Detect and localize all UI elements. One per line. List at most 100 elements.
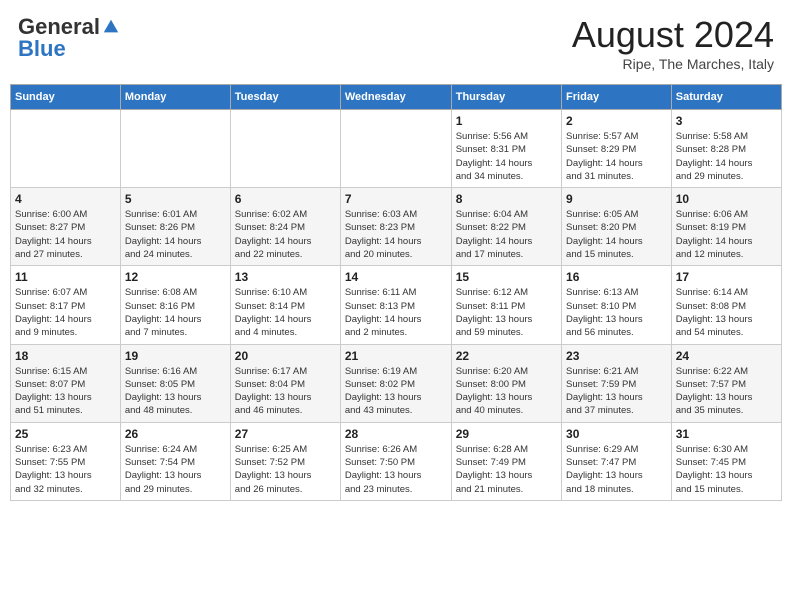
calendar-cell: 18 Sunrise: 6:15 AM Sunset: 8:07 PM Dayli… [11,344,121,422]
day-detail: Sunrise: 6:07 AM Sunset: 8:17 PM Dayligh… [15,286,116,339]
day-detail: Sunrise: 6:01 AM Sunset: 8:26 PM Dayligh… [125,208,226,261]
day-number: 26 [125,427,226,441]
calendar-cell: 19 Sunrise: 6:16 AM Sunset: 8:05 PM Dayli… [120,344,230,422]
calendar-cell: 14 Sunrise: 6:11 AM Sunset: 8:13 PM Dayli… [340,266,451,344]
calendar-cell: 17 Sunrise: 6:14 AM Sunset: 8:08 PM Dayli… [671,266,781,344]
calendar-cell: 20Sunrise: 6:17 AM Sunset: 8:04 PM Dayli… [230,344,340,422]
day-number: 23 [566,349,667,363]
day-detail: Sunrise: 6:02 AM Sunset: 8:24 PM Dayligh… [235,208,336,261]
day-number: 25 [15,427,116,441]
calendar-cell: 29 Sunrise: 6:28 AM Sunset: 7:49 PM Dayli… [451,422,561,500]
calendar-cell: 25Sunrise: 6:23 AM Sunset: 7:55 PM Dayli… [11,422,121,500]
day-number: 5 [125,192,226,206]
day-detail: Sunrise: 6:04 AM Sunset: 8:22 PM Dayligh… [456,208,557,261]
day-number: 12 [125,270,226,284]
calendar-week-2: 4 Sunrise: 6:00 AM Sunset: 8:27 PM Daylig… [11,188,782,266]
day-detail: Sunrise: 6:14 AM Sunset: 8:08 PM Dayligh… [676,286,777,339]
logo-icon [102,18,120,36]
calendar-cell: 5 Sunrise: 6:01 AM Sunset: 8:26 PM Daylig… [120,188,230,266]
calendar-cell: 24 Sunrise: 6:22 AM Sunset: 7:57 PM Dayli… [671,344,781,422]
calendar-week-3: 11 Sunrise: 6:07 AM Sunset: 8:17 PM Dayli… [11,266,782,344]
logo-blue-text: Blue [18,36,66,62]
day-number: 9 [566,192,667,206]
day-detail: Sunrise: 5:57 AM Sunset: 8:29 PM Dayligh… [566,130,667,183]
calendar-cell: 11 Sunrise: 6:07 AM Sunset: 8:17 PM Dayli… [11,266,121,344]
day-number: 14 [345,270,447,284]
day-detail: Sunrise: 6:30 AM Sunset: 7:45 PM Dayligh… [676,443,777,496]
day-number: 1 [456,114,557,128]
day-detail: Sunrise: 6:20 AM Sunset: 8:00 PM Dayligh… [456,365,557,418]
day-number: 4 [15,192,116,206]
calendar-cell [120,110,230,188]
col-header-tuesday: Tuesday [230,85,340,110]
day-detail: Sunrise: 6:06 AM Sunset: 8:19 PM Dayligh… [676,208,777,261]
day-number: 24 [676,349,777,363]
calendar-cell: 3 Sunrise: 5:58 AM Sunset: 8:28 PM Daylig… [671,110,781,188]
calendar-cell: 13Sunrise: 6:10 AM Sunset: 8:14 PM Dayli… [230,266,340,344]
day-number: 3 [676,114,777,128]
day-number: 10 [676,192,777,206]
day-number: 17 [676,270,777,284]
day-detail: Sunrise: 5:58 AM Sunset: 8:28 PM Dayligh… [676,130,777,183]
day-number: 16 [566,270,667,284]
calendar-cell: 12 Sunrise: 6:08 AM Sunset: 8:16 PM Dayli… [120,266,230,344]
day-number: 6 [235,192,336,206]
calendar-cell: 15 Sunrise: 6:12 AM Sunset: 8:11 PM Dayli… [451,266,561,344]
calendar-cell: 1Sunrise: 5:56 AM Sunset: 8:31 PM Daylig… [451,110,561,188]
day-detail: Sunrise: 6:21 AM Sunset: 7:59 PM Dayligh… [566,365,667,418]
day-detail: Sunrise: 6:11 AM Sunset: 8:13 PM Dayligh… [345,286,447,339]
day-number: 29 [456,427,557,441]
calendar-week-1: 1Sunrise: 5:56 AM Sunset: 8:31 PM Daylig… [11,110,782,188]
calendar-cell [340,110,451,188]
calendar-header-row: SundayMondayTuesdayWednesdayThursdayFrid… [11,85,782,110]
calendar-cell: 21 Sunrise: 6:19 AM Sunset: 8:02 PM Dayli… [340,344,451,422]
day-number: 18 [15,349,116,363]
calendar-cell: 22 Sunrise: 6:20 AM Sunset: 8:00 PM Dayli… [451,344,561,422]
day-detail: Sunrise: 6:10 AM Sunset: 8:14 PM Dayligh… [235,286,336,339]
day-detail: Sunrise: 6:16 AM Sunset: 8:05 PM Dayligh… [125,365,226,418]
day-detail: Sunrise: 6:19 AM Sunset: 8:02 PM Dayligh… [345,365,447,418]
day-detail: Sunrise: 6:13 AM Sunset: 8:10 PM Dayligh… [566,286,667,339]
location-subtitle: Ripe, The Marches, Italy [572,56,774,72]
month-year-title: August 2024 [572,14,774,56]
calendar-cell: 10 Sunrise: 6:06 AM Sunset: 8:19 PM Dayli… [671,188,781,266]
day-detail: Sunrise: 6:25 AM Sunset: 7:52 PM Dayligh… [235,443,336,496]
col-header-friday: Friday [562,85,672,110]
day-detail: Sunrise: 6:29 AM Sunset: 7:47 PM Dayligh… [566,443,667,496]
day-detail: Sunrise: 6:28 AM Sunset: 7:49 PM Dayligh… [456,443,557,496]
calendar-cell: 28Sunrise: 6:26 AM Sunset: 7:50 PM Dayli… [340,422,451,500]
col-header-saturday: Saturday [671,85,781,110]
day-number: 31 [676,427,777,441]
calendar-cell: 8Sunrise: 6:04 AM Sunset: 8:22 PM Daylig… [451,188,561,266]
day-number: 21 [345,349,447,363]
calendar-cell [11,110,121,188]
day-number: 15 [456,270,557,284]
day-number: 7 [345,192,447,206]
calendar-week-4: 18 Sunrise: 6:15 AM Sunset: 8:07 PM Dayli… [11,344,782,422]
calendar-cell: 6 Sunrise: 6:02 AM Sunset: 8:24 PM Daylig… [230,188,340,266]
day-number: 19 [125,349,226,363]
calendar-cell: 4 Sunrise: 6:00 AM Sunset: 8:27 PM Daylig… [11,188,121,266]
day-detail: Sunrise: 6:15 AM Sunset: 8:07 PM Dayligh… [15,365,116,418]
day-detail: Sunrise: 6:08 AM Sunset: 8:16 PM Dayligh… [125,286,226,339]
day-number: 27 [235,427,336,441]
calendar-cell: 26Sunrise: 6:24 AM Sunset: 7:54 PM Dayli… [120,422,230,500]
day-detail: Sunrise: 6:05 AM Sunset: 8:20 PM Dayligh… [566,208,667,261]
col-header-monday: Monday [120,85,230,110]
calendar-cell: 30Sunrise: 6:29 AM Sunset: 7:47 PM Dayli… [562,422,672,500]
day-detail: Sunrise: 6:00 AM Sunset: 8:27 PM Dayligh… [15,208,116,261]
day-detail: Sunrise: 6:17 AM Sunset: 8:04 PM Dayligh… [235,365,336,418]
day-number: 28 [345,427,447,441]
day-detail: Sunrise: 6:12 AM Sunset: 8:11 PM Dayligh… [456,286,557,339]
col-header-sunday: Sunday [11,85,121,110]
day-detail: Sunrise: 6:22 AM Sunset: 7:57 PM Dayligh… [676,365,777,418]
calendar-table: SundayMondayTuesdayWednesdayThursdayFrid… [10,84,782,501]
calendar-cell [230,110,340,188]
day-number: 11 [15,270,116,284]
day-number: 22 [456,349,557,363]
logo: General Blue [18,14,120,62]
calendar-cell: 31 Sunrise: 6:30 AM Sunset: 7:45 PM Dayli… [671,422,781,500]
calendar-cell: 23 Sunrise: 6:21 AM Sunset: 7:59 PM Dayli… [562,344,672,422]
page-header: General Blue August 2024 Ripe, The March… [10,10,782,76]
calendar-cell: 7Sunrise: 6:03 AM Sunset: 8:23 PM Daylig… [340,188,451,266]
